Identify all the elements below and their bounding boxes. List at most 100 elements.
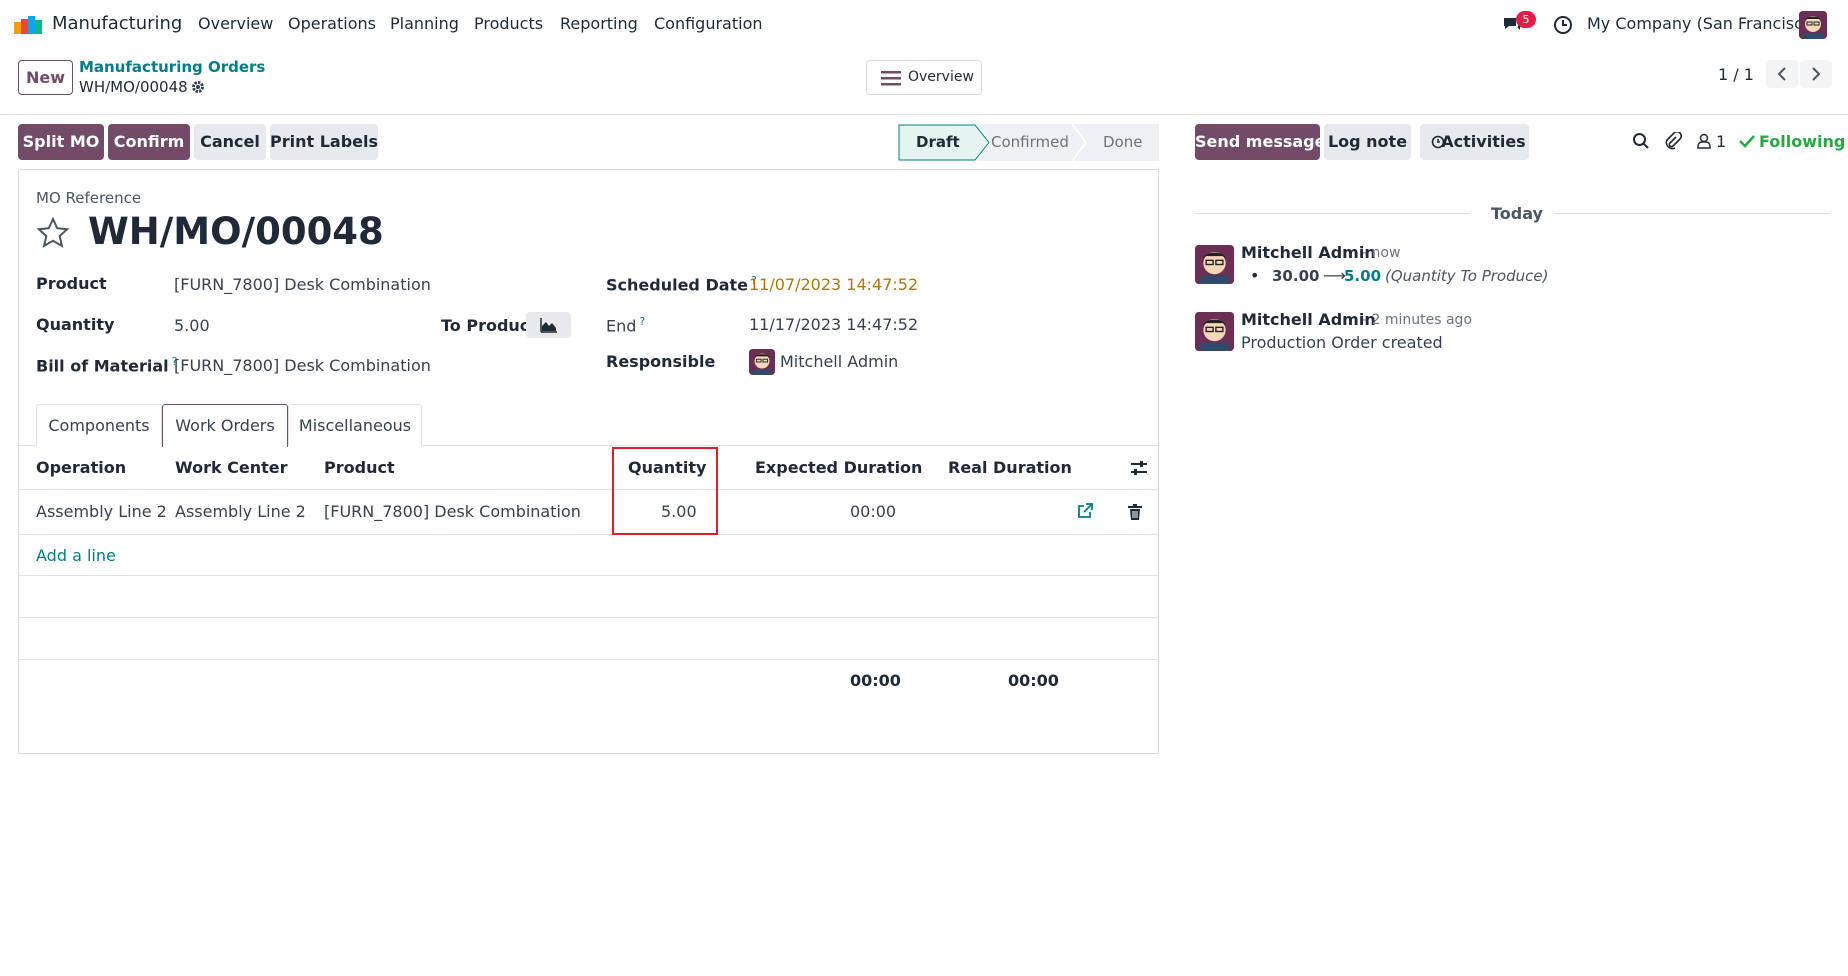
activities-button[interactable]: Activities xyxy=(1420,124,1529,160)
quantity-label: Quantity xyxy=(36,315,115,334)
message-author[interactable]: Mitchell Admin xyxy=(1241,243,1376,262)
print-labels-button[interactable]: Print Labels xyxy=(270,124,378,160)
col-work-center[interactable]: Work Center xyxy=(175,458,288,477)
paperclip-icon[interactable] xyxy=(1664,130,1683,150)
menu-operations[interactable]: Operations xyxy=(288,14,376,33)
status-draft[interactable]: Draft xyxy=(916,124,960,161)
row-product[interactable]: [FURN_7800] Desk Combination xyxy=(324,502,581,521)
quantity-column-highlight xyxy=(612,447,718,535)
activities-label: Activities xyxy=(1441,132,1526,151)
end-date-field[interactable]: 11/17/2023 14:47:52 xyxy=(749,315,918,334)
menu-planning[interactable]: Planning xyxy=(390,14,459,33)
add-line-link[interactable]: Add a line xyxy=(36,546,116,565)
date-separator: Today xyxy=(1491,204,1543,223)
pager-next-button[interactable] xyxy=(1800,60,1832,88)
tracking-new-value: 5.00 xyxy=(1344,267,1382,285)
overview-button[interactable]: Overview xyxy=(866,60,982,95)
header-divider xyxy=(19,489,1158,490)
clock-icon xyxy=(1431,135,1445,149)
gear-icon[interactable] xyxy=(191,79,205,93)
following-button[interactable]: Following xyxy=(1737,131,1845,153)
message-author-avatar[interactable] xyxy=(1195,312,1234,351)
menu-configuration[interactable]: Configuration xyxy=(654,14,763,33)
product-field[interactable]: [FURN_7800] Desk Combination xyxy=(174,275,431,294)
menu-overview[interactable]: Overview xyxy=(198,14,273,33)
chevron-left-icon xyxy=(1777,67,1786,81)
col-real-duration[interactable]: Real Duration xyxy=(948,458,1072,477)
menu-reporting[interactable]: Reporting xyxy=(560,14,638,33)
bom-label: Bill of Material? xyxy=(36,355,178,376)
breadcrumb-parent[interactable]: Manufacturing Orders xyxy=(79,58,265,76)
total-expected-duration: 00:00 xyxy=(850,671,901,690)
hamburger-icon xyxy=(881,71,901,86)
new-button[interactable]: New xyxy=(18,60,73,95)
check-icon xyxy=(1739,135,1755,148)
end-help-icon[interactable]: ? xyxy=(639,315,645,328)
product-label: Product xyxy=(36,274,107,293)
pager-prev-button[interactable] xyxy=(1766,60,1798,88)
responsible-label: Responsible xyxy=(606,352,716,371)
scheduled-date-field[interactable]: 11/07/2023 14:47:52 xyxy=(749,275,918,294)
col-expected-duration[interactable]: Expected Duration xyxy=(755,458,922,477)
split-mo-button[interactable]: Split MO xyxy=(18,124,104,160)
open-record-icon[interactable] xyxy=(1077,503,1093,519)
end-label: End? xyxy=(606,315,646,336)
tracking-field-name: (Quantity To Produce) xyxy=(1385,267,1549,285)
company-switcher[interactable]: My Company (San Francisco) xyxy=(1587,14,1819,33)
responsible-field[interactable]: Mitchell Admin xyxy=(780,352,898,371)
following-label: Following xyxy=(1759,132,1846,151)
cancel-button[interactable]: Cancel xyxy=(194,124,266,160)
column-settings-icon[interactable] xyxy=(1130,460,1148,476)
message-time: - now xyxy=(1362,245,1401,261)
tracking-arrow: ⟶ xyxy=(1323,266,1346,285)
activity-clock-icon[interactable] xyxy=(1553,15,1573,35)
log-note-button[interactable]: Log note xyxy=(1324,124,1411,160)
menu-products[interactable]: Products xyxy=(474,14,543,33)
message-author-avatar[interactable] xyxy=(1195,245,1234,284)
row-divider xyxy=(19,534,1158,535)
messages-badge: 5 xyxy=(1516,11,1536,28)
bom-field[interactable]: [FURN_7800] Desk Combination xyxy=(174,356,431,375)
trash-icon[interactable] xyxy=(1128,504,1142,520)
send-message-button[interactable]: Send message xyxy=(1195,124,1325,160)
empty-row-divider-2 xyxy=(19,617,1158,618)
breadcrumb-current: WH/MO/00048 xyxy=(79,78,188,96)
app-name[interactable]: Manufacturing xyxy=(52,13,182,34)
empty-row-divider-1 xyxy=(19,575,1158,576)
tracking-old-value: 30.00 xyxy=(1272,267,1320,285)
search-icon[interactable] xyxy=(1632,132,1650,150)
mo-reference[interactable]: WH/MO/00048 xyxy=(88,210,384,253)
forecast-chart-button[interactable] xyxy=(526,312,571,338)
mo-reference-label: MO Reference xyxy=(36,189,142,207)
tracking-bullet: • xyxy=(1250,266,1260,285)
total-real-duration: 00:00 xyxy=(1008,671,1059,690)
message-body: Production Order created xyxy=(1241,333,1443,352)
followers-count: 1 xyxy=(1716,132,1727,151)
message-author[interactable]: Mitchell Admin xyxy=(1241,310,1376,329)
responsible-avatar xyxy=(749,349,775,375)
app-logo-icon[interactable] xyxy=(14,16,42,34)
col-product[interactable]: Product xyxy=(324,458,395,477)
tab-miscellaneous[interactable]: Miscellaneous xyxy=(288,404,422,446)
tab-work-orders[interactable]: Work Orders xyxy=(162,404,288,447)
quantity-field[interactable]: 5.00 xyxy=(174,316,210,335)
col-operation[interactable]: Operation xyxy=(36,458,126,477)
statusbar: Draft Confirmed Done xyxy=(898,124,1159,161)
overview-label: Overview xyxy=(908,69,974,85)
star-icon[interactable] xyxy=(36,216,70,250)
followers-button[interactable]: 1 xyxy=(1697,132,1731,152)
tab-components[interactable]: Components xyxy=(36,404,162,446)
status-confirmed[interactable]: Confirmed xyxy=(991,124,1069,161)
user-icon xyxy=(1697,133,1711,149)
status-done[interactable]: Done xyxy=(1103,124,1142,161)
row-expected-duration[interactable]: 00:00 xyxy=(850,502,896,521)
pager-value[interactable]: 1 / 1 xyxy=(1718,65,1754,84)
confirm-button[interactable]: Confirm xyxy=(108,124,190,160)
row-work-center[interactable]: Assembly Line 2 xyxy=(175,502,306,521)
row-operation[interactable]: Assembly Line 2 xyxy=(36,502,167,521)
control-panel-divider xyxy=(0,114,1848,115)
scheduled-date-label: Scheduled Date? xyxy=(606,274,757,295)
user-avatar[interactable] xyxy=(1799,11,1827,39)
chevron-right-icon xyxy=(1812,67,1821,81)
area-chart-icon xyxy=(540,318,557,333)
